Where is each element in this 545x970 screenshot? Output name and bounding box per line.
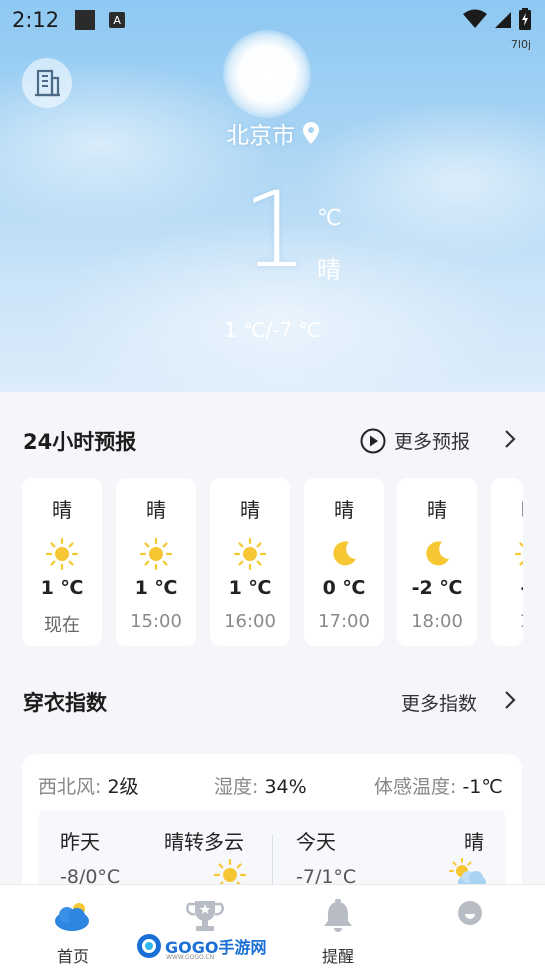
hour-time: 19 bbox=[491, 611, 523, 632]
notification-icon bbox=[75, 10, 96, 30]
building-icon bbox=[35, 69, 60, 97]
tab-home[interactable]: 首页 bbox=[33, 899, 113, 967]
forecast-title: 24小时预报 bbox=[23, 430, 137, 454]
status-time: 2:12 bbox=[12, 8, 60, 32]
hourly-forecast-card[interactable]: 晴 -2 ℃ 18:00 bbox=[397, 478, 477, 646]
temperature-unit: ℃ bbox=[317, 206, 342, 231]
hour-temperature: 1 ℃ bbox=[228, 577, 272, 599]
humidity-value: 34% bbox=[264, 776, 307, 798]
weather-cloud-icon bbox=[55, 903, 89, 931]
today-condition: 晴 bbox=[464, 830, 484, 854]
feels-like-info: 体感温度: -1℃ bbox=[374, 772, 503, 799]
hour-time: 18:00 bbox=[411, 611, 463, 632]
hour-condition: 晴 bbox=[427, 498, 447, 522]
hourly-forecast-card[interactable]: 晴 1 ℃ 16:00 bbox=[210, 478, 290, 646]
hour-condition: 晴 bbox=[240, 498, 260, 522]
moon-icon bbox=[327, 537, 361, 571]
hour-time: 17:00 bbox=[318, 611, 370, 632]
city-name: 北京市 bbox=[226, 123, 295, 149]
chevron-right-icon[interactable] bbox=[503, 690, 517, 710]
hour-temperature: 1 ℃ bbox=[134, 577, 178, 599]
tab-remind-label: 提醒 bbox=[321, 947, 354, 966]
hour-condition: 晴 bbox=[334, 498, 354, 522]
sun-icon bbox=[45, 537, 79, 571]
play-circle-icon bbox=[360, 428, 386, 453]
bell-icon bbox=[324, 899, 352, 932]
humidity-info: 湿度: 34% bbox=[214, 772, 307, 799]
wind-info: 西北风: 2级 bbox=[38, 772, 139, 799]
profile-icon bbox=[458, 901, 482, 925]
current-condition: 晴 bbox=[317, 256, 341, 284]
hourly-forecast-card[interactable]: 晴 1 ℃ 15:00 bbox=[116, 478, 196, 646]
hour-condition: 晴 bbox=[52, 498, 72, 522]
hour-temperature: 0 ℃ bbox=[322, 577, 366, 599]
wifi-icon bbox=[463, 9, 487, 28]
chevron-right-icon[interactable] bbox=[503, 429, 517, 449]
hour-condition: 晴 bbox=[146, 498, 166, 522]
hour-temperature: 1 ℃ bbox=[40, 577, 84, 599]
hourly-forecast-card[interactable]: 晴 -3 19 bbox=[491, 478, 523, 646]
a-notification-icon: A bbox=[109, 12, 126, 28]
today-label: 今天 bbox=[296, 830, 336, 854]
sun-glow bbox=[223, 30, 311, 118]
hour-time: 16:00 bbox=[224, 611, 276, 632]
yesterday-label: 昨天 bbox=[60, 830, 100, 854]
sun-icon bbox=[233, 537, 267, 571]
hour-time: 15:00 bbox=[130, 611, 182, 632]
more-forecast-link[interactable]: 更多预报 bbox=[360, 427, 470, 454]
tab-home-label: 首页 bbox=[56, 947, 89, 966]
gogo-logo-icon bbox=[137, 934, 161, 958]
temperature-range: 1 ℃/-7 ℃ bbox=[223, 318, 322, 342]
more-index-link[interactable]: 更多指数 bbox=[401, 689, 477, 716]
day-divider bbox=[272, 834, 273, 888]
gogo-watermark-logo: GOGO手游网 WWW.GOGO.CN bbox=[136, 932, 266, 961]
feels-like-value: -1℃ bbox=[462, 776, 503, 798]
yesterday-condition: 晴转多云 bbox=[164, 830, 244, 854]
hourly-forecast-card[interactable]: 晴 0 ℃ 17:00 bbox=[304, 478, 384, 646]
moon-icon bbox=[420, 537, 454, 571]
humidity-label: 湿度: bbox=[214, 776, 259, 798]
current-temperature: 1 bbox=[242, 169, 309, 291]
sun-icon bbox=[139, 537, 173, 571]
status-icons bbox=[463, 8, 531, 30]
network-speed: 7l0j bbox=[510, 38, 531, 51]
hourly-forecast-card[interactable]: 晴 1 ℃ 现在 bbox=[22, 478, 102, 646]
wind-value: 2级 bbox=[107, 776, 139, 798]
wind-label: 西北风: bbox=[38, 776, 102, 798]
feels-like-label: 体感温度: bbox=[374, 776, 457, 798]
hour-temperature: -2 ℃ bbox=[411, 577, 463, 599]
signal-icon bbox=[495, 12, 511, 28]
battery-icon bbox=[519, 8, 531, 30]
hour-time: 现在 bbox=[44, 615, 80, 636]
watermark-domain: WWW.GOGO.CN bbox=[166, 954, 215, 961]
city-manage-button[interactable] bbox=[22, 58, 72, 108]
bottom-tab-bar: 首页 提醒 bbox=[0, 884, 545, 970]
tab-remind[interactable]: 提醒 bbox=[298, 899, 378, 967]
more-index-label: 更多指数 bbox=[401, 693, 478, 715]
more-forecast-label: 更多预报 bbox=[394, 431, 471, 453]
dress-index-title: 穿衣指数 bbox=[23, 691, 107, 715]
hour-temperature: -3 bbox=[491, 577, 523, 599]
hour-condition: 晴 bbox=[491, 494, 523, 523]
location-pin-icon bbox=[303, 122, 319, 144]
tab-profile[interactable] bbox=[430, 899, 510, 937]
city-selector[interactable]: 北京市 bbox=[0, 116, 545, 150]
sun-icon bbox=[491, 537, 523, 571]
trophy-icon bbox=[186, 901, 224, 931]
